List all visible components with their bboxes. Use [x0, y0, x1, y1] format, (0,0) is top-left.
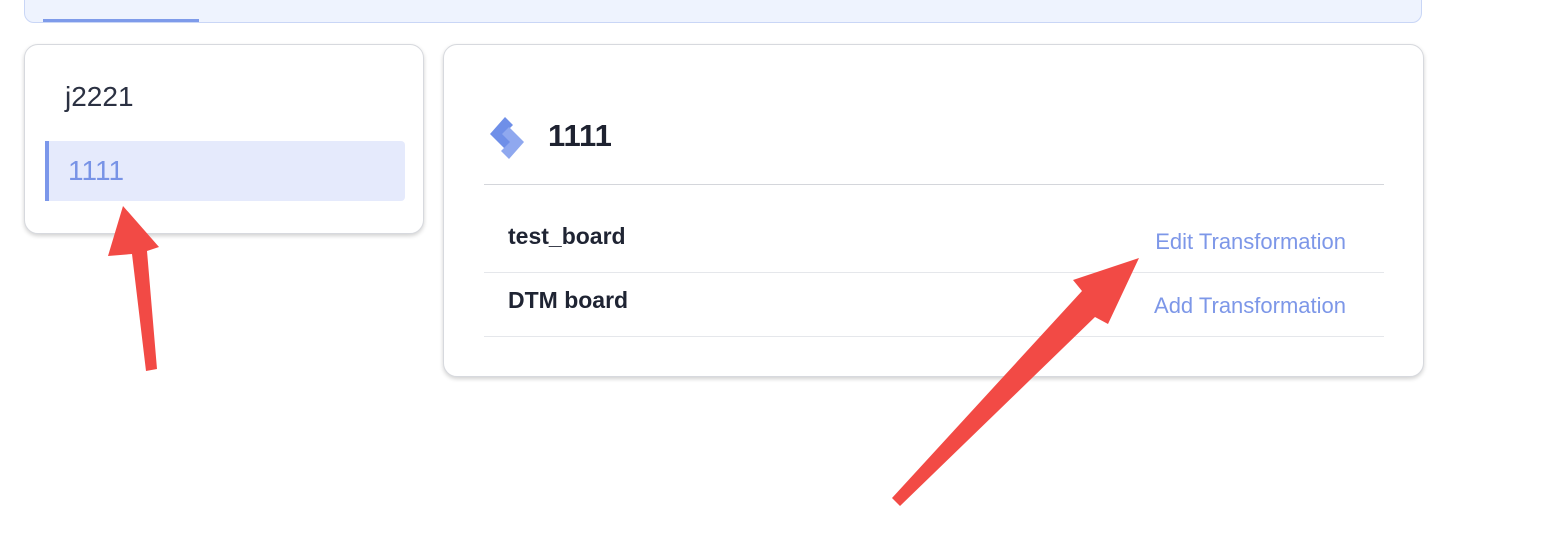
- top-banner: [24, 0, 1422, 23]
- project-item-label: j2221: [65, 81, 134, 112]
- board-name: DTM board: [508, 287, 629, 313]
- top-banner-link-underline[interactable]: [43, 19, 199, 22]
- board-row: test_board Edit Transformation: [484, 209, 1384, 273]
- add-transformation-link[interactable]: Add Transformation: [1154, 293, 1346, 319]
- project-item-label: 1111: [68, 155, 125, 186]
- project-header: 1111: [484, 113, 1384, 185]
- jira-icon: [490, 117, 524, 159]
- project-item-j2221[interactable]: j2221: [45, 67, 405, 127]
- board-name: test_board: [508, 223, 626, 249]
- project-list-panel: j2221 1111: [24, 44, 424, 234]
- project-detail-panel: 1111 test_board Edit Transformation DTM …: [443, 44, 1424, 377]
- page-title: 1111: [548, 118, 612, 153]
- board-row: DTM board Add Transformation: [484, 273, 1384, 337]
- edit-transformation-link[interactable]: Edit Transformation: [1155, 229, 1346, 255]
- project-item-1111[interactable]: 1111: [45, 141, 405, 201]
